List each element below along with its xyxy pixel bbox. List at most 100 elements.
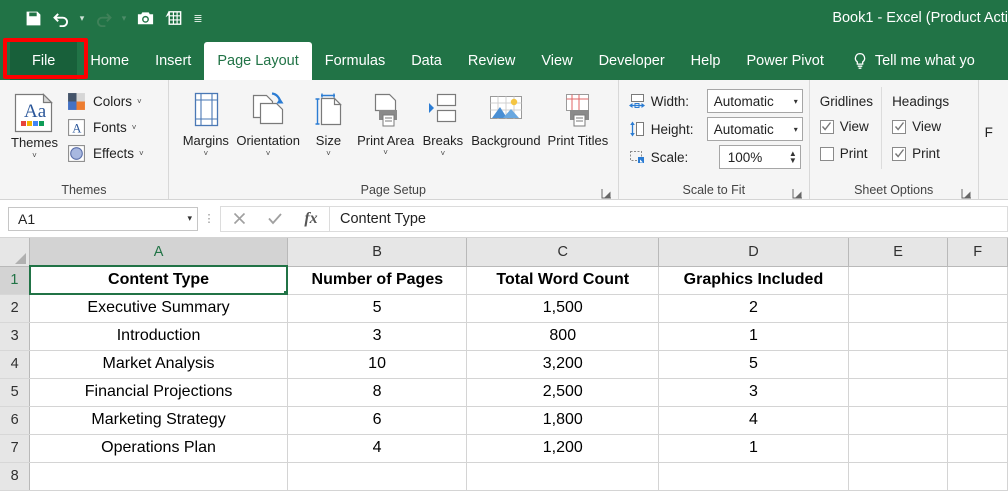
- gridlines-print-checkbox[interactable]: [819, 146, 834, 161]
- cell-c1[interactable]: Total Word Count: [466, 266, 660, 295]
- height-combo[interactable]: Automatic ▾: [706, 117, 803, 141]
- page-setup-dialog-launcher-icon[interactable]: [601, 186, 612, 199]
- cell-d6[interactable]: 4: [658, 406, 849, 435]
- cell-f3[interactable]: [947, 322, 1008, 351]
- tab-review[interactable]: Review: [455, 42, 529, 80]
- size-dropdown-icon[interactable]: ˅: [326, 149, 331, 159]
- cell-b8[interactable]: [287, 462, 468, 491]
- row-header-2[interactable]: 2: [0, 294, 31, 323]
- column-header-a[interactable]: A: [29, 238, 288, 267]
- breaks-dropdown-icon[interactable]: ˅: [441, 149, 446, 159]
- quick-table-icon[interactable]: [160, 5, 186, 31]
- column-header-c[interactable]: C: [466, 238, 660, 267]
- cell-c5[interactable]: 2,500: [466, 378, 660, 407]
- cell-e3[interactable]: [848, 322, 949, 351]
- gridlines-view-row[interactable]: View: [819, 113, 873, 140]
- cell-b4[interactable]: 10: [287, 350, 468, 379]
- colors-dropdown-icon[interactable]: ˅: [137, 97, 142, 106]
- tell-me-search[interactable]: Tell me what yo: [837, 42, 975, 80]
- cell-a1[interactable]: Content Type: [28, 265, 289, 295]
- background-button[interactable]: Background: [468, 86, 544, 150]
- save-icon[interactable]: [20, 5, 46, 31]
- cell-e1[interactable]: [848, 266, 949, 295]
- formula-input[interactable]: Content Type: [329, 205, 1008, 232]
- cell-e8[interactable]: [848, 462, 949, 491]
- camera-icon[interactable]: [132, 5, 158, 31]
- height-dropdown-icon[interactable]: ▾: [788, 125, 798, 134]
- width-combo[interactable]: Automatic ▾: [706, 89, 803, 113]
- row-header-7[interactable]: 7: [0, 434, 31, 463]
- column-header-e[interactable]: E: [848, 238, 949, 267]
- cell-d8[interactable]: [658, 462, 849, 491]
- print-area-dropdown-icon[interactable]: ˅: [383, 148, 388, 158]
- name-box[interactable]: A1 ▾: [8, 206, 198, 231]
- cell-e6[interactable]: [848, 406, 949, 435]
- scale-spinner-arrows[interactable]: ▲ ▼: [789, 150, 797, 165]
- colors-button[interactable]: Colors ˅: [63, 88, 147, 114]
- headings-view-checkbox[interactable]: [892, 119, 907, 134]
- cell-f8[interactable]: [947, 462, 1008, 491]
- tab-view[interactable]: View: [528, 42, 585, 80]
- cell-d4[interactable]: 5: [658, 350, 849, 379]
- insert-function-icon[interactable]: fx: [293, 207, 329, 231]
- headings-print-row[interactable]: Print: [892, 140, 949, 167]
- scale-down-icon[interactable]: ▼: [789, 157, 797, 165]
- cell-f1[interactable]: [947, 266, 1008, 295]
- column-header-d[interactable]: D: [658, 238, 849, 267]
- cell-f5[interactable]: [947, 378, 1008, 407]
- row-header-8[interactable]: 8: [0, 462, 31, 491]
- tab-power-pivot[interactable]: Power Pivot: [733, 42, 836, 80]
- name-box-dropdown-icon[interactable]: ▾: [187, 213, 192, 224]
- cell-c4[interactable]: 3,200: [466, 350, 660, 379]
- tab-formulas[interactable]: Formulas: [312, 42, 398, 80]
- size-button[interactable]: Size ˅: [303, 86, 353, 161]
- select-all-corner[interactable]: [0, 238, 31, 267]
- cell-a2[interactable]: Executive Summary: [29, 294, 288, 323]
- cell-b5[interactable]: 8: [287, 378, 468, 407]
- themes-dropdown-icon[interactable]: ˅: [32, 151, 37, 161]
- row-header-4[interactable]: 4: [0, 350, 31, 379]
- cell-d5[interactable]: 3: [658, 378, 849, 407]
- scale-spinner[interactable]: 100% ▲ ▼: [718, 145, 801, 169]
- sheet-options-dialog-launcher-icon[interactable]: [961, 186, 972, 199]
- cell-c7[interactable]: 1,200: [466, 434, 660, 463]
- cell-f7[interactable]: [947, 434, 1008, 463]
- tab-insert[interactable]: Insert: [142, 42, 204, 80]
- cell-e4[interactable]: [848, 350, 949, 379]
- cell-a4[interactable]: Market Analysis: [29, 350, 288, 379]
- width-dropdown-icon[interactable]: ▾: [788, 97, 798, 106]
- undo-dropdown-icon[interactable]: ▾: [76, 5, 88, 31]
- margins-button[interactable]: Margins ˅: [179, 86, 233, 161]
- cell-c3[interactable]: 800: [466, 322, 660, 351]
- cell-c8[interactable]: [466, 462, 660, 491]
- row-header-6[interactable]: 6: [0, 406, 31, 435]
- cell-e2[interactable]: [848, 294, 949, 323]
- print-titles-button[interactable]: Print Titles: [544, 86, 612, 149]
- effects-button[interactable]: Effects ˅: [63, 140, 147, 166]
- fill-handle[interactable]: [283, 290, 286, 292]
- margins-dropdown-icon[interactable]: ˅: [203, 149, 208, 159]
- orientation-button[interactable]: Orientation ˅: [233, 86, 304, 161]
- fonts-dropdown-icon[interactable]: ˅: [132, 123, 137, 132]
- cell-f4[interactable]: [947, 350, 1008, 379]
- cell-b1[interactable]: Number of Pages: [287, 266, 468, 295]
- row-header-5[interactable]: 5: [0, 378, 31, 407]
- gridlines-view-checkbox[interactable]: [819, 119, 834, 134]
- orientation-dropdown-icon[interactable]: ˅: [266, 149, 271, 159]
- headings-print-checkbox[interactable]: [892, 146, 907, 161]
- cell-a6[interactable]: Marketing Strategy: [29, 406, 288, 435]
- cell-d3[interactable]: 1: [658, 322, 849, 351]
- cell-a8[interactable]: [29, 462, 288, 491]
- undo-icon[interactable]: [48, 5, 74, 31]
- customize-quick-access-toolbar-icon[interactable]: ≣: [188, 5, 208, 31]
- cell-b2[interactable]: 5: [287, 294, 468, 323]
- headings-view-row[interactable]: View: [892, 113, 949, 140]
- tab-data[interactable]: Data: [398, 42, 455, 80]
- print-area-button[interactable]: Print Area ˅: [353, 86, 417, 160]
- enter-icon[interactable]: [257, 207, 293, 231]
- tab-file[interactable]: File: [10, 42, 78, 80]
- cancel-icon[interactable]: [221, 207, 257, 231]
- row-header-1[interactable]: 1: [0, 266, 31, 295]
- cell-b7[interactable]: 4: [287, 434, 468, 463]
- cell-d1[interactable]: Graphics Included: [658, 266, 849, 295]
